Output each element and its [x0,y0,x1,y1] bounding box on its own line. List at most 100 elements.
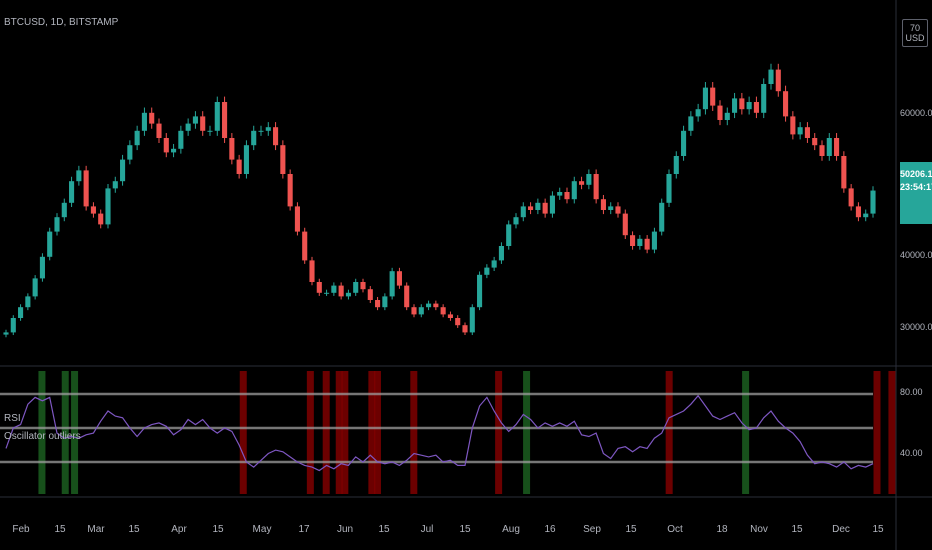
candle-body [528,206,534,210]
time-label: May [252,524,272,535]
candle-body [812,138,818,146]
candle-body [688,116,694,131]
candle-body [702,87,708,110]
candle-body [564,192,570,200]
time-label: 17 [298,524,310,535]
candle-body [382,296,388,308]
candle-body [455,318,461,326]
candle-body [302,231,308,261]
time-label: Aug [502,524,520,535]
candle-body [287,174,293,207]
time-label: 15 [791,524,803,535]
bearish-outlier-zone [341,371,349,494]
candle-body [593,174,599,200]
candle-body [637,238,643,246]
bearish-outlier-zone [306,371,314,494]
candle-body [630,235,636,246]
price-label-40000: 40000.00 [900,250,932,260]
symbol-info[interactable]: BTCUSD, 1D, BITSTAMP [4,17,118,28]
candle-body [418,307,424,315]
time-label: 15 [625,524,637,535]
candle-body [251,130,257,146]
candle-body [724,112,730,120]
current-price-tag: 50206.19 23:54:17 [900,162,932,224]
candle-body [586,174,592,185]
candle-body [367,289,373,300]
time-label: 15 [872,524,884,535]
time-label: Dec [832,524,850,535]
candle-body [834,138,840,156]
candle-body [804,127,810,138]
candle-body [39,256,45,279]
candle-body [229,138,235,160]
candle-body [396,271,402,286]
bullish-outlier-zone [523,371,531,494]
bearish-outlier-zone [410,371,418,494]
candle-body [484,267,490,275]
candle-body [258,130,264,132]
candle-body [171,148,177,153]
bearish-outlier-zone [495,371,503,494]
candle-body [753,102,759,113]
candle-body [855,206,861,218]
candle-body [651,231,657,250]
candle-body [156,123,162,138]
oscillator-pane[interactable] [0,371,896,494]
candle-body [549,195,555,214]
candle-body [870,190,876,214]
candle-body [506,224,512,246]
candle-body [666,174,672,203]
time-label: Sep [583,524,601,535]
candle-body [236,159,242,174]
candle-body [25,296,31,308]
time-label: 15 [212,524,224,535]
candle-body [69,181,75,203]
candle-body [214,102,220,131]
candle-body [61,202,67,218]
currency-button[interactable]: 70 USD [902,19,928,47]
candle-body [710,87,716,106]
candle-body [615,206,621,214]
bullish-outlier-zone [742,371,750,494]
candle-body [265,127,271,131]
candle-body [3,332,9,335]
candle-body [426,303,432,308]
candle-body [90,206,96,214]
candle-body [761,84,767,113]
time-label: Mar [87,524,105,535]
candle-body [83,170,89,207]
bearish-outlier-zone [239,371,247,494]
candle-body [600,199,606,210]
candle-body [120,159,126,182]
candle-body [797,127,803,135]
bearish-outlier-zone [373,371,381,494]
candle-body [192,116,198,124]
candle-body [732,98,738,113]
rsi-level-80: 80.00 [900,387,923,397]
oscillator-legend-label[interactable]: Oscillator outliers [4,431,81,442]
candle-body [644,238,650,250]
candle-body [739,98,745,110]
candle-body [243,145,249,174]
candle-body [18,307,24,318]
candle-body [141,112,147,131]
candle-body [863,213,869,218]
candle-body [273,127,279,146]
candle-body [746,102,752,110]
price-pane[interactable] [3,63,876,338]
candle-body [54,217,60,232]
candle-body [222,102,228,138]
rsi-legend-label[interactable]: RSI [4,413,21,424]
candle-body [309,260,315,282]
candle-body [127,145,133,160]
chart-canvas[interactable] [0,0,932,550]
candle-body [695,109,701,117]
candle-body [10,318,16,333]
current-price: 50206.19 [900,169,932,179]
bearish-outlier-zone [665,371,673,494]
candle-body [331,285,337,293]
candle-body [673,156,679,174]
candle-body [717,105,723,120]
candle-body [149,112,155,124]
time-label: 15 [378,524,390,535]
